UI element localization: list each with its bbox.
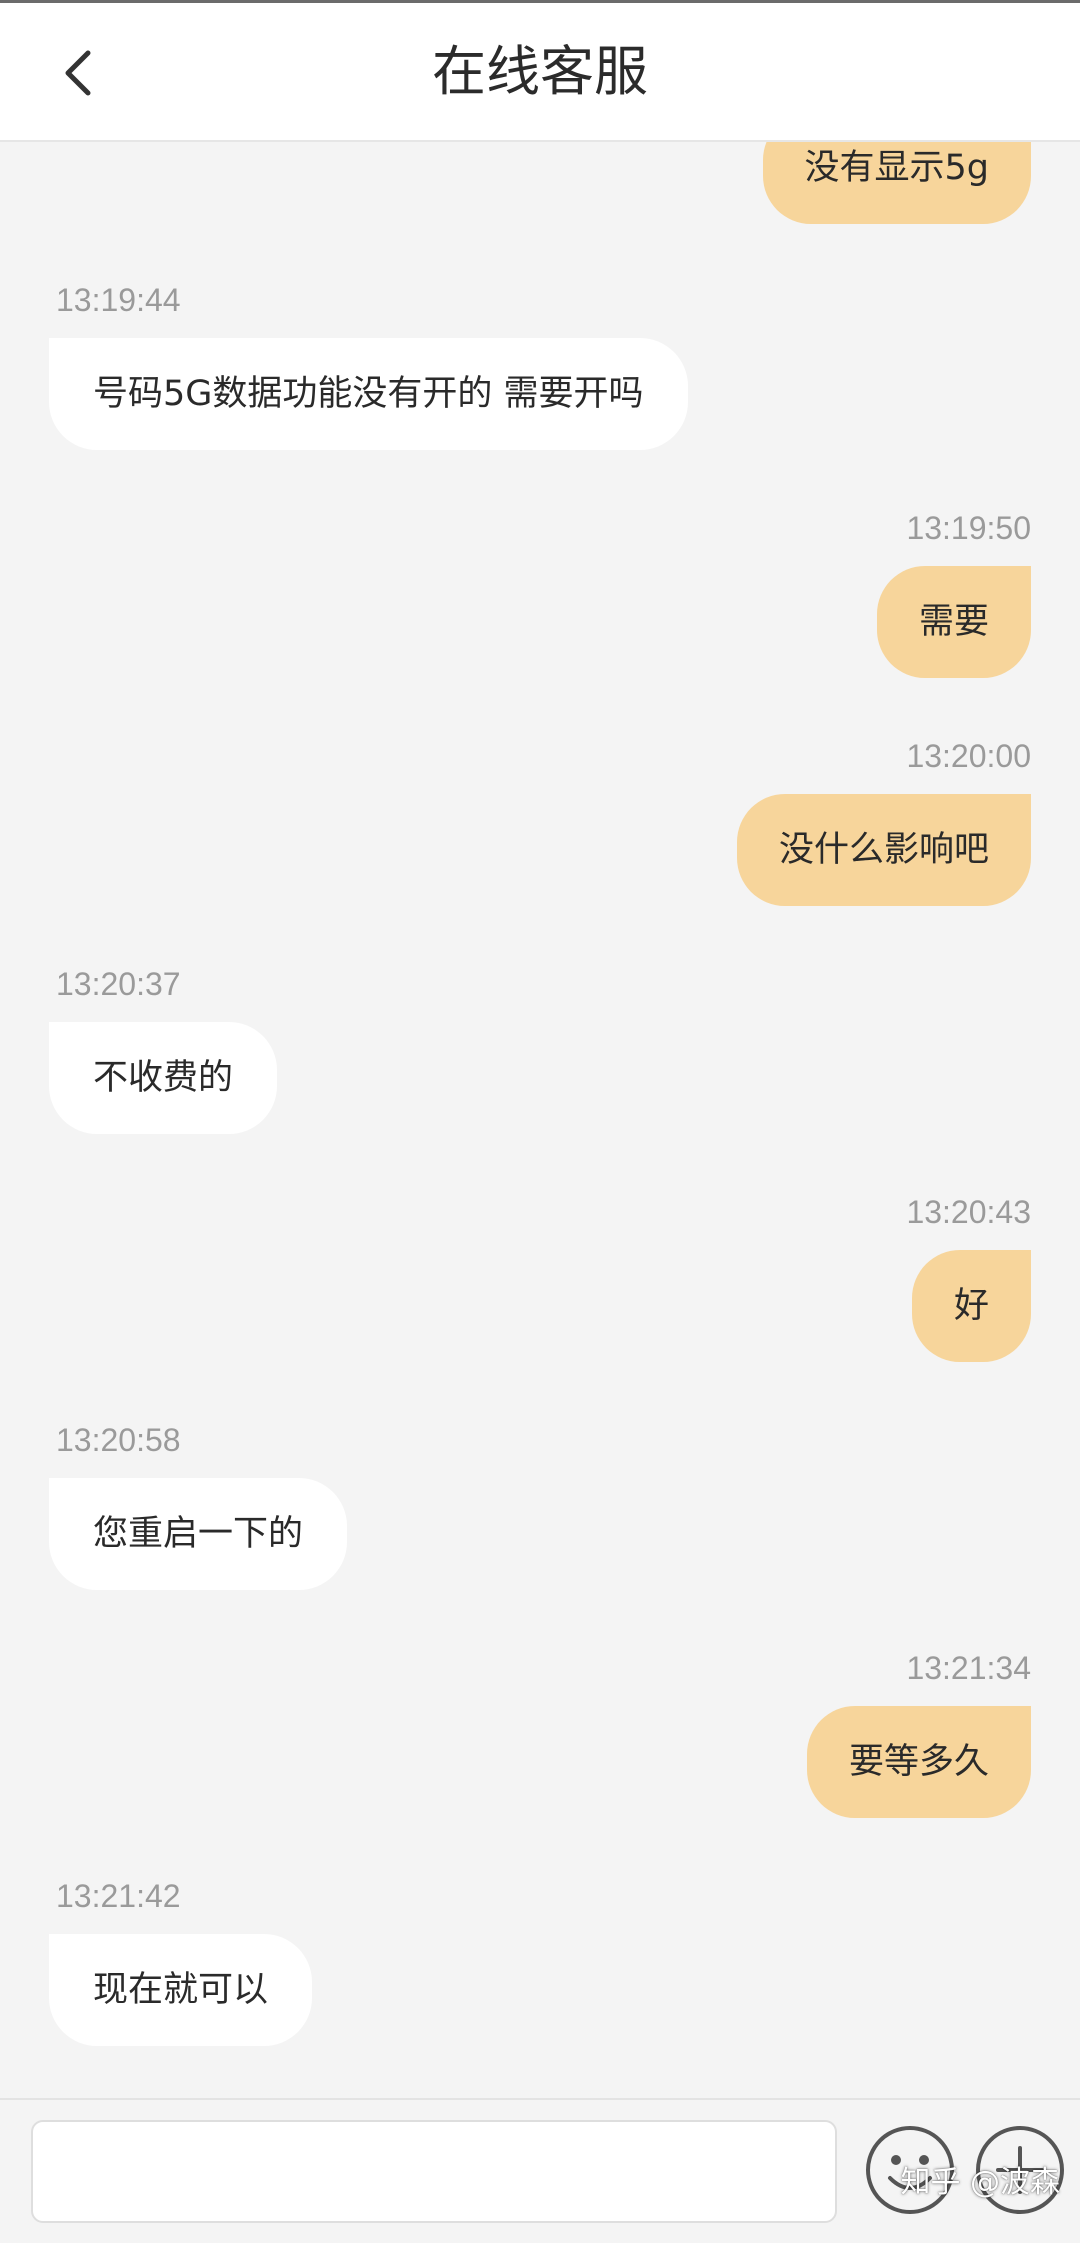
message-timestamp: 13:21:34 [906, 1650, 1031, 1686]
agent-message-bubble[interactable]: 您重启一下的 [49, 1478, 348, 1590]
user-message-bubble[interactable]: 需要 [876, 566, 1031, 678]
composer-bar: 知乎 @波森 [0, 2098, 1080, 2243]
user-message-bubble[interactable]: 没有显示5g [762, 142, 1031, 224]
message-timestamp: 13:21:42 [56, 1878, 181, 1914]
message-timestamp: 13:20:37 [56, 966, 181, 1002]
message-timestamp: 13:19:44 [56, 282, 181, 318]
user-message-bubble[interactable]: 要等多久 [806, 1706, 1031, 1818]
user-message-bubble[interactable]: 没什么影响吧 [736, 794, 1031, 906]
header: 在线客服 [0, 3, 1080, 142]
message-input[interactable] [31, 2120, 837, 2223]
page-title: 在线客服 [432, 40, 648, 103]
message-timestamp: 13:20:00 [906, 738, 1031, 774]
agent-message-bubble[interactable]: 现在就可以 [49, 1934, 313, 2046]
message-timestamp: 13:19:50 [906, 510, 1031, 546]
agent-message-bubble[interactable]: 不收费的 [49, 1022, 278, 1134]
message-timestamp: 13:20:43 [906, 1194, 1031, 1230]
watermark-text: 知乎 @波森 [900, 2165, 1060, 2200]
message-timestamp: 13:20:58 [56, 1422, 181, 1458]
agent-message-bubble[interactable]: 号码5G数据功能没有开的 需要开吗 [49, 338, 688, 450]
chat-list[interactable]: 没有显示5g 13:19:44 号码5G数据功能没有开的 需要开吗 13:19:… [0, 142, 1080, 2098]
user-message-bubble[interactable]: 好 [911, 1250, 1031, 1362]
